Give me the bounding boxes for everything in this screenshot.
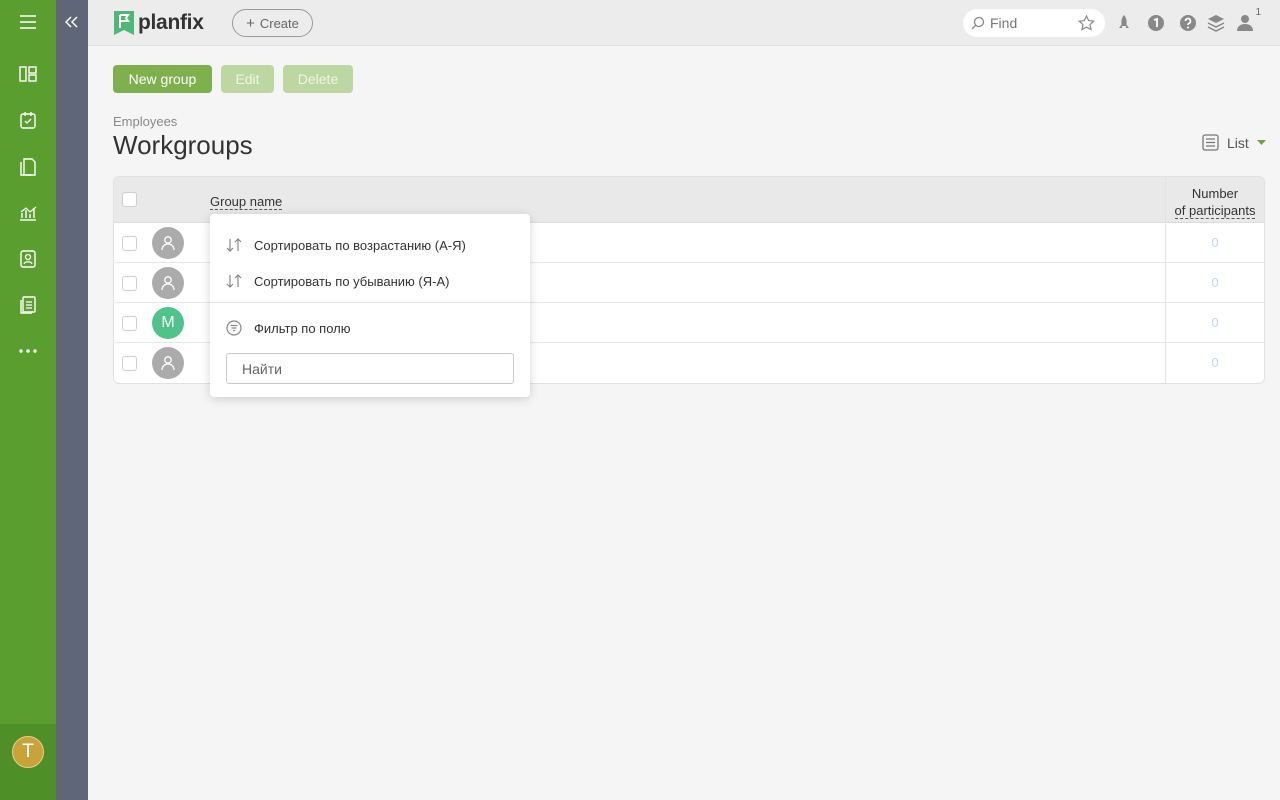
planfix-logo[interactable]: planfix [114, 11, 204, 35]
group-avatar [152, 347, 184, 379]
rocket-icon[interactable] [1114, 13, 1134, 33]
edit-button[interactable]: Edit [221, 65, 274, 93]
collapse-strip [56, 0, 88, 800]
info-icon[interactable] [1146, 13, 1166, 33]
user-icon [161, 236, 175, 251]
filter-by-field-label: Фильтр по полю [254, 320, 351, 336]
logo-text: planfix [138, 11, 204, 34]
delete-button[interactable]: Delete [283, 65, 353, 93]
help-icon[interactable] [1178, 13, 1198, 33]
global-search-input[interactable] [990, 15, 1070, 31]
row-checkbox[interactable] [122, 356, 137, 371]
dropdown-divider [210, 302, 530, 303]
group-avatar: M [152, 307, 184, 339]
documents-icon[interactable] [16, 155, 40, 179]
dropdown-search-input[interactable] [226, 353, 514, 384]
layers-icon[interactable] [1206, 13, 1226, 33]
sort-ascending-label: Сортировать по возрастанию (А-Я) [254, 237, 466, 253]
view-mode-toggle[interactable]: List [1202, 134, 1266, 151]
breadcrumb[interactable]: Employees [113, 114, 177, 129]
view-mode-label: List [1227, 134, 1249, 151]
row-checkbox[interactable] [122, 276, 137, 291]
group-avatar [152, 267, 184, 299]
sort-descending-item[interactable]: Сортировать по убыванию (Я-А) [210, 265, 530, 297]
user-avatar[interactable]: T [12, 736, 44, 768]
column-participants[interactable]: Number of participants [1166, 185, 1264, 219]
sort-descending-label: Сортировать по убыванию (Я-А) [254, 273, 450, 289]
planfix-logo-icon [114, 11, 134, 35]
user-icon [161, 356, 175, 371]
create-button[interactable]: + Create [232, 9, 313, 37]
chevron-down-icon [1256, 139, 1266, 145]
menu-icon[interactable] [16, 10, 40, 34]
participants-count[interactable]: 0 [1166, 315, 1264, 330]
sort-icon [226, 273, 242, 289]
profile-icon[interactable]: 1 [1235, 7, 1261, 33]
collapse-sidebar-icon[interactable] [62, 12, 82, 32]
group-avatar [152, 227, 184, 259]
sort-icon [226, 237, 242, 253]
column-participants-line1: Number [1191, 186, 1239, 201]
participants-count[interactable]: 0 [1166, 355, 1264, 370]
filter-icon [226, 320, 242, 336]
column-divider [1165, 177, 1166, 383]
plus-icon: + [246, 14, 255, 32]
search-icon [971, 16, 985, 30]
create-button-label: Create [259, 15, 299, 31]
user-icon [161, 276, 175, 291]
more-icon[interactable] [16, 339, 40, 363]
column-group-name[interactable]: Group name [210, 194, 283, 210]
star-icon[interactable] [1078, 15, 1095, 31]
participants-count[interactable]: 0 [1166, 235, 1264, 250]
planner-icon[interactable] [16, 62, 40, 86]
row-checkbox[interactable] [122, 316, 137, 331]
new-group-button[interactable]: New group [113, 65, 212, 93]
user-panel: T [0, 724, 56, 800]
column-participants-line2: of participants [1174, 203, 1256, 219]
notification-count: 1 [1255, 7, 1261, 18]
directories-icon[interactable] [16, 293, 40, 317]
filter-by-field-item[interactable]: Фильтр по полю [210, 312, 530, 344]
tasks-icon[interactable] [16, 108, 40, 132]
list-view-icon [1202, 134, 1219, 151]
global-search [963, 9, 1105, 37]
top-header: planfix + Create 1 [88, 0, 1280, 46]
analytics-icon[interactable] [16, 201, 40, 225]
action-toolbar: New group Edit Delete [113, 65, 353, 93]
sort-ascending-item[interactable]: Сортировать по возрастанию (А-Я) [210, 229, 530, 261]
column-menu-dropdown: Сортировать по возрастанию (А-Я) Сортиро… [210, 214, 530, 397]
row-checkbox[interactable] [122, 236, 137, 251]
participants-count[interactable]: 0 [1166, 275, 1264, 290]
main-sidebar: T [0, 0, 56, 800]
contacts-icon[interactable] [16, 247, 40, 271]
select-all-checkbox[interactable] [122, 192, 137, 207]
page-title: Workgroups [113, 130, 253, 160]
